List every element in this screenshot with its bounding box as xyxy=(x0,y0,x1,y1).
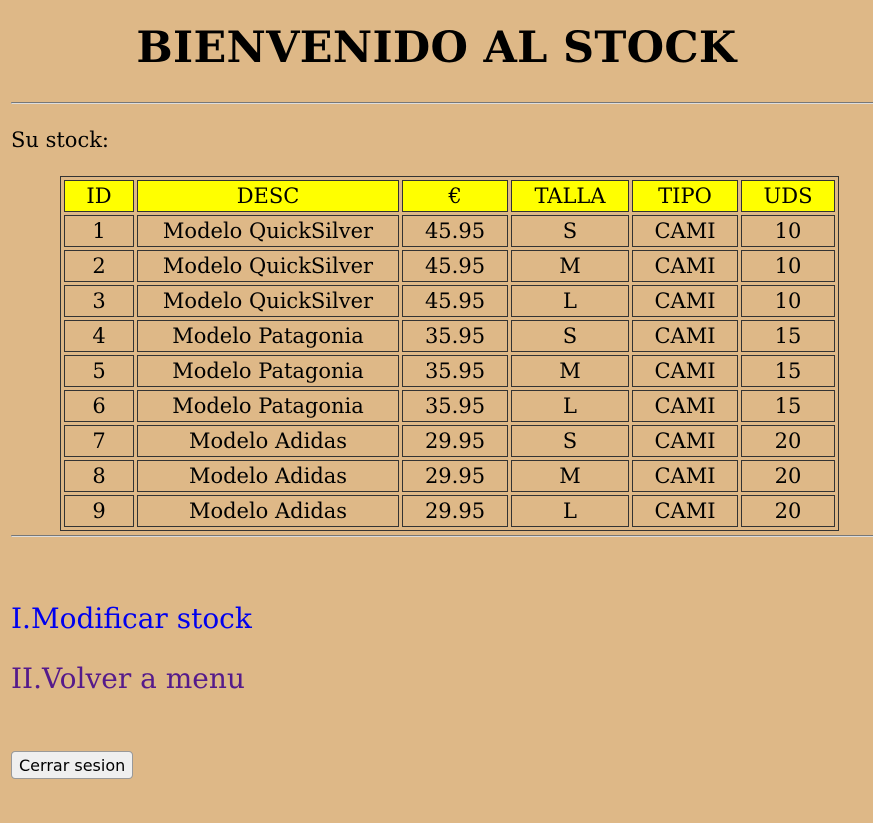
logout-button[interactable]: Cerrar sesion xyxy=(11,751,134,779)
stock-table: ID DESC € TALLA TIPO UDS 1 Modelo QuickS… xyxy=(60,176,839,531)
cell-talla: M xyxy=(511,250,629,282)
table-row: 3 Modelo QuickSilver 45.95 L CAMI 10 xyxy=(64,285,835,317)
table-row: 5 Modelo Patagonia 35.95 M CAMI 15 xyxy=(64,355,835,387)
cell-id: 9 xyxy=(64,495,134,527)
top-divider xyxy=(11,102,873,104)
cell-uds: 20 xyxy=(741,495,835,527)
cell-price: 35.95 xyxy=(402,355,508,387)
cell-talla: L xyxy=(511,495,629,527)
cell-talla: S xyxy=(511,215,629,247)
cell-talla: S xyxy=(511,320,629,352)
cell-desc: Modelo Patagonia xyxy=(137,355,399,387)
column-header-price: € xyxy=(402,180,508,212)
page-title: BIENVENIDO AL STOCK xyxy=(136,23,737,73)
cell-id: 1 xyxy=(64,215,134,247)
cell-talla: L xyxy=(511,390,629,422)
cell-tipo: CAMI xyxy=(632,215,738,247)
cell-tipo: CAMI xyxy=(632,460,738,492)
cell-desc: Modelo QuickSilver xyxy=(137,285,399,317)
cell-tipo: CAMI xyxy=(632,320,738,352)
cell-price: 29.95 xyxy=(402,425,508,457)
cell-id: 8 xyxy=(64,460,134,492)
cell-talla: M xyxy=(511,460,629,492)
cell-desc: Modelo QuickSilver xyxy=(137,215,399,247)
cell-uds: 10 xyxy=(741,285,835,317)
column-header-desc: DESC xyxy=(137,180,399,212)
cell-tipo: CAMI xyxy=(632,390,738,422)
cell-uds: 15 xyxy=(741,390,835,422)
cell-price: 45.95 xyxy=(402,285,508,317)
cell-tipo: CAMI xyxy=(632,495,738,527)
cell-price: 35.95 xyxy=(402,390,508,422)
cell-tipo: CAMI xyxy=(632,425,738,457)
cell-desc: Modelo Adidas xyxy=(137,460,399,492)
column-header-uds: UDS xyxy=(741,180,835,212)
bottom-divider xyxy=(11,535,873,537)
cell-id: 7 xyxy=(64,425,134,457)
table-row: 1 Modelo QuickSilver 45.95 S CAMI 10 xyxy=(64,215,835,247)
column-header-tipo: TIPO xyxy=(632,180,738,212)
cell-price: 29.95 xyxy=(402,460,508,492)
cell-price: 45.95 xyxy=(402,250,508,282)
cell-talla: L xyxy=(511,285,629,317)
table-row: 2 Modelo QuickSilver 45.95 M CAMI 10 xyxy=(64,250,835,282)
cell-desc: Modelo Patagonia xyxy=(137,320,399,352)
column-header-id: ID xyxy=(64,180,134,212)
table-row: 4 Modelo Patagonia 35.95 S CAMI 15 xyxy=(64,320,835,352)
cell-uds: 15 xyxy=(741,355,835,387)
cell-price: 35.95 xyxy=(402,320,508,352)
modificar-stock-link[interactable]: I.Modificar stock xyxy=(11,602,252,636)
cell-talla: M xyxy=(511,355,629,387)
table-row: 9 Modelo Adidas 29.95 L CAMI 20 xyxy=(64,495,835,527)
cell-tipo: CAMI xyxy=(632,250,738,282)
cell-desc: Modelo QuickSilver xyxy=(137,250,399,282)
stock-intro-label: Su stock: xyxy=(11,128,110,152)
cell-desc: Modelo Adidas xyxy=(137,425,399,457)
cell-price: 45.95 xyxy=(402,215,508,247)
cell-uds: 20 xyxy=(741,425,835,457)
table-row: 6 Modelo Patagonia 35.95 L CAMI 15 xyxy=(64,390,835,422)
cell-price: 29.95 xyxy=(402,495,508,527)
cell-uds: 10 xyxy=(741,250,835,282)
volver-menu-link[interactable]: II.Volver a menu xyxy=(11,662,245,696)
cell-id: 6 xyxy=(64,390,134,422)
table-header-row: ID DESC € TALLA TIPO UDS xyxy=(64,180,835,212)
cell-uds: 20 xyxy=(741,460,835,492)
cell-desc: Modelo Adidas xyxy=(137,495,399,527)
cell-tipo: CAMI xyxy=(632,285,738,317)
cell-id: 3 xyxy=(64,285,134,317)
cell-uds: 15 xyxy=(741,320,835,352)
column-header-talla: TALLA xyxy=(511,180,629,212)
cell-desc: Modelo Patagonia xyxy=(137,390,399,422)
cell-tipo: CAMI xyxy=(632,355,738,387)
cell-id: 2 xyxy=(64,250,134,282)
cell-id: 4 xyxy=(64,320,134,352)
table-row: 8 Modelo Adidas 29.95 M CAMI 20 xyxy=(64,460,835,492)
table-row: 7 Modelo Adidas 29.95 S CAMI 20 xyxy=(64,425,835,457)
cell-id: 5 xyxy=(64,355,134,387)
cell-talla: S xyxy=(511,425,629,457)
cell-uds: 10 xyxy=(741,215,835,247)
